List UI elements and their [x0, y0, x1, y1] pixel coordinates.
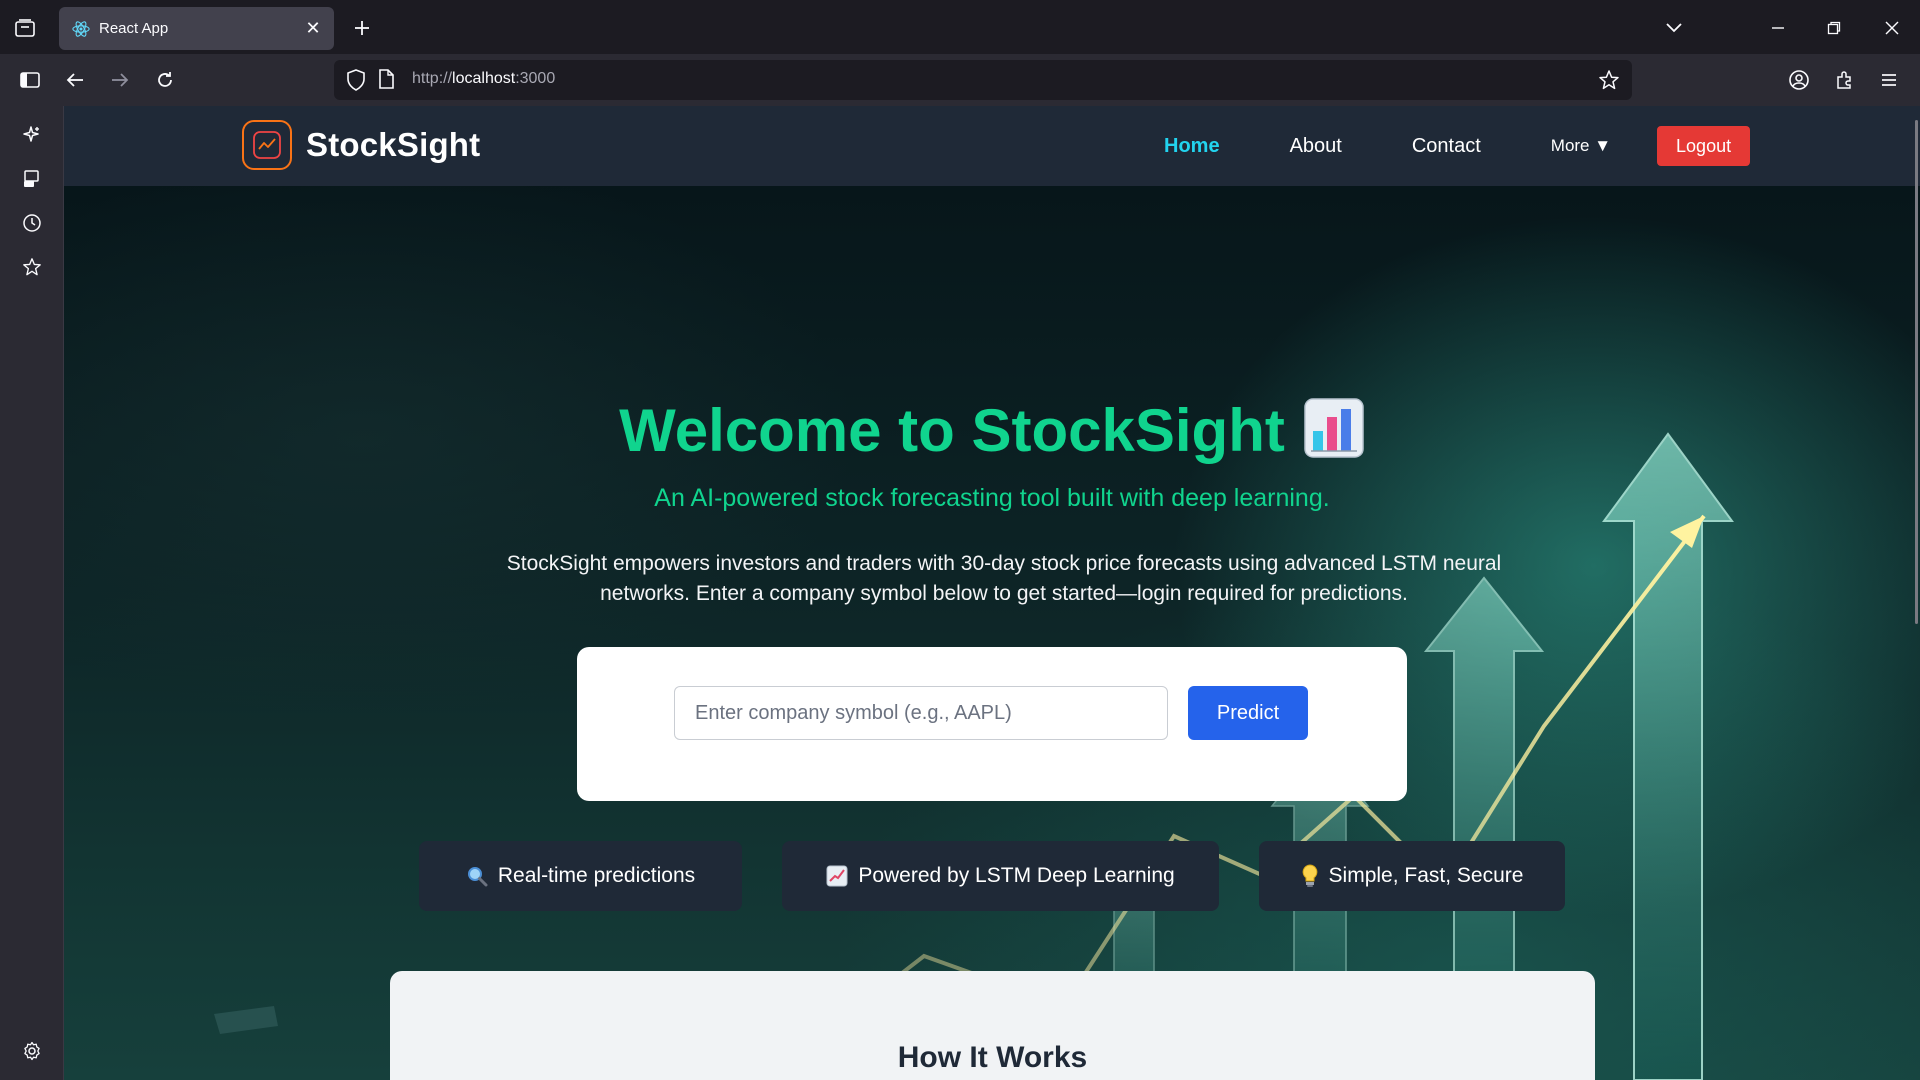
settings-gear-icon[interactable]	[17, 1036, 47, 1066]
page-viewport: StockSight Home About Contact More ▼ Log…	[64, 106, 1920, 1080]
feature-label: Powered by LSTM Deep Learning	[858, 864, 1175, 887]
hero-title: Welcome to StockSight	[64, 396, 1920, 473]
shield-icon[interactable]	[346, 69, 366, 95]
site-nav-links: Home About Contact More ▼ Logout	[1164, 106, 1751, 186]
feature-label: Simple, Fast, Secure	[1328, 864, 1524, 887]
magnifier-icon	[466, 865, 488, 887]
site-navbar: StockSight Home About Contact More ▼ Log…	[64, 106, 1920, 186]
minimize-icon[interactable]	[1762, 12, 1794, 44]
back-arrow-icon[interactable]	[60, 65, 90, 95]
nav-more-dropdown[interactable]: More ▼	[1551, 136, 1611, 156]
restore-icon[interactable]	[1818, 12, 1850, 44]
nav-about-link[interactable]: About	[1290, 135, 1342, 158]
browser-tab[interactable]: React App ✕	[59, 7, 334, 50]
url-bar[interactable]: http://localhost:3000	[334, 60, 1632, 100]
extensions-icon[interactable]	[1830, 65, 1860, 95]
close-window-icon[interactable]	[1876, 12, 1908, 44]
predict-button[interactable]: Predict	[1188, 686, 1308, 740]
chart-up-icon	[826, 865, 848, 887]
nav-home-link[interactable]: Home	[1164, 135, 1220, 158]
hero-description: StockSight empowers investors and trader…	[506, 552, 1502, 605]
hero-subtitle: An AI-powered stock forecasting tool bui…	[654, 484, 1330, 512]
page-info-icon[interactable]	[378, 69, 394, 93]
bookmark-star-icon[interactable]	[1598, 69, 1620, 95]
company-symbol-input[interactable]	[674, 686, 1168, 740]
page-scrollbar[interactable]	[1912, 106, 1920, 1080]
tab-list-icon[interactable]	[12, 16, 38, 40]
menu-icon[interactable]	[1874, 65, 1904, 95]
browser-sidebar	[0, 106, 64, 1080]
ai-sparkle-icon[interactable]	[17, 120, 47, 150]
browser-tab-bar: React App ✕	[0, 0, 1920, 54]
tab-title: React App	[99, 20, 169, 37]
how-it-works-section: How It Works	[390, 971, 1595, 1080]
feature-label: Real-time predictions	[497, 864, 696, 887]
bookmarks-star-icon[interactable]	[17, 252, 47, 282]
url-text: http://localhost:3000	[412, 70, 556, 87]
account-icon[interactable]	[1784, 65, 1814, 95]
browser-toolbar: http://localhost:3000	[0, 54, 1920, 106]
feature-card-lstm: Powered by LSTM Deep Learning	[782, 841, 1219, 911]
reload-icon[interactable]	[150, 65, 180, 95]
hero-title-text: Welcome to StockSight	[619, 397, 1285, 464]
hero-section	[64, 186, 1920, 1080]
new-tab-icon[interactable]	[348, 14, 376, 42]
lightbulb-icon	[1301, 864, 1319, 888]
feature-card-realtime: Real-time predictions	[419, 841, 742, 911]
forward-arrow-icon[interactable]	[105, 65, 135, 95]
scrollbar-thumb[interactable]	[1915, 120, 1918, 624]
bar-chart-emoji-icon	[1303, 397, 1365, 473]
logout-button[interactable]: Logout	[1657, 126, 1751, 166]
growth-arrows-background	[214, 432, 1734, 1080]
synced-tabs-icon[interactable]	[17, 164, 47, 194]
prediction-form-card: Predict	[577, 647, 1407, 801]
tab-overflow-chevron-icon[interactable]	[1658, 12, 1690, 44]
stock-chart-logo-icon	[242, 120, 292, 170]
react-icon	[71, 19, 91, 39]
brand[interactable]: StockSight	[242, 120, 480, 170]
sidebar-toggle-icon[interactable]	[15, 65, 45, 95]
tab-close-icon[interactable]: ✕	[300, 16, 326, 42]
brand-name: StockSight	[306, 126, 481, 163]
nav-contact-link[interactable]: Contact	[1412, 135, 1481, 158]
feature-card-simple: Simple, Fast, Secure	[1259, 841, 1565, 911]
history-clock-icon[interactable]	[17, 208, 47, 238]
how-it-works-title: How It Works	[897, 1041, 1088, 1074]
